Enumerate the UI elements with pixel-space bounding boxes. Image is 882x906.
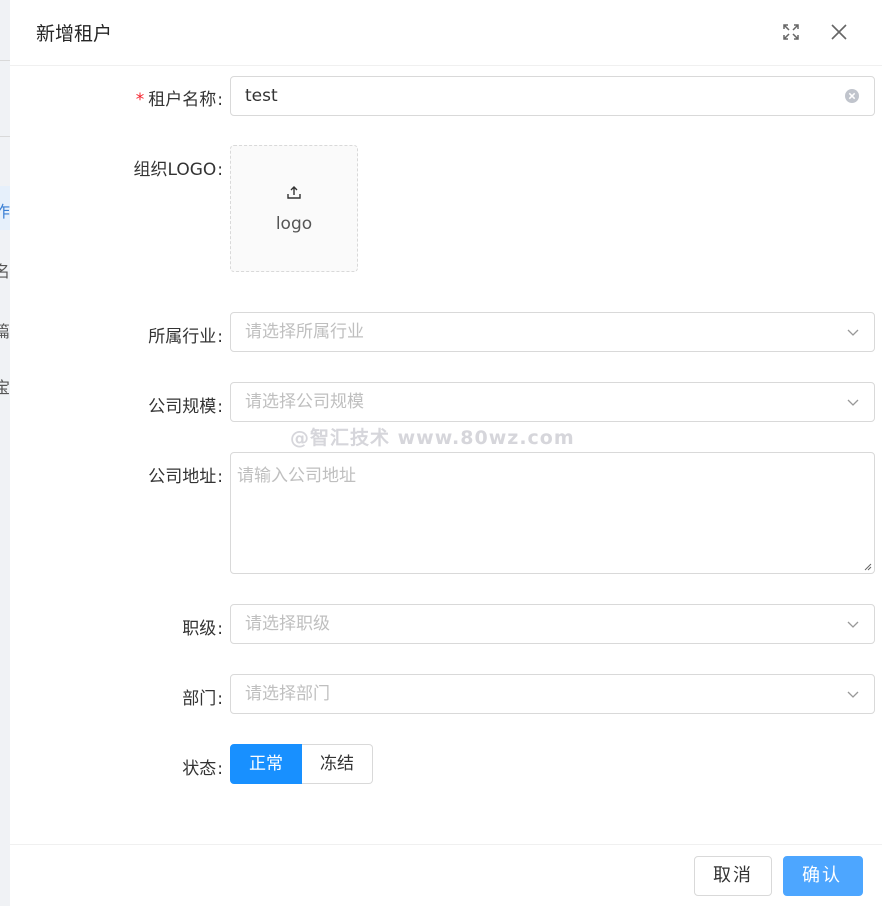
required-mark: * xyxy=(135,90,145,110)
department-select[interactable]: 请选择部门 xyxy=(230,674,875,714)
background-page: 作 名 篇 宝 xyxy=(0,0,10,906)
watermark: @智汇技术 www.80wz.com xyxy=(290,427,575,449)
cancel-button[interactable]: 取消 xyxy=(694,856,772,896)
company-address-label-text: 公司地址 xyxy=(148,467,217,487)
fullscreen-icon xyxy=(783,24,799,40)
job-level-placeholder: 请选择职级 xyxy=(245,614,330,634)
background-divider xyxy=(0,60,10,61)
background-divider xyxy=(0,136,10,137)
industry-label: 所属行业: xyxy=(148,327,223,347)
company-size-select[interactable]: 请选择公司规模 xyxy=(230,382,875,422)
status-radio-group: 正常 冻结 xyxy=(230,744,373,784)
upload-text: logo xyxy=(275,213,313,234)
company-address-placeholder: 请输入公司地址 xyxy=(237,466,356,486)
org-logo-label: 组织LOGO: xyxy=(133,160,223,180)
tenant-name-value: test xyxy=(245,86,278,106)
company-address-textarea[interactable]: 请输入公司地址 xyxy=(230,452,875,574)
tenant-name-input[interactable]: test xyxy=(230,76,875,116)
resize-handle-icon[interactable] xyxy=(862,561,872,571)
job-level-label-text: 职级 xyxy=(182,619,217,639)
close-button[interactable] xyxy=(825,18,853,46)
company-size-label-text: 公司规模 xyxy=(148,397,217,417)
department-placeholder: 请选择部门 xyxy=(245,684,330,704)
job-level-label: 职级: xyxy=(182,619,223,639)
tenant-name-label-text: 租户名称 xyxy=(148,90,217,110)
org-logo-label-text: 组织LOGO xyxy=(133,160,217,180)
tenant-name-label: * 租户名称: xyxy=(135,90,223,110)
modal-footer: 取消 确认 xyxy=(10,844,882,906)
confirm-button[interactable]: 确认 xyxy=(783,856,863,896)
background-text: 名 xyxy=(0,262,11,281)
background-text: 篇 xyxy=(0,322,11,341)
fullscreen-button[interactable] xyxy=(777,18,805,46)
industry-placeholder: 请选择所属行业 xyxy=(245,322,364,342)
company-size-label: 公司规模: xyxy=(148,397,223,417)
job-level-select[interactable]: 请选择职级 xyxy=(230,604,875,644)
upload-icon xyxy=(287,185,301,199)
logo-upload[interactable]: logo xyxy=(230,145,358,272)
background-text: 宝 xyxy=(0,378,11,397)
industry-label-text: 所属行业 xyxy=(148,327,217,347)
company-size-placeholder: 请选择公司规模 xyxy=(245,392,364,412)
status-label-text: 状态 xyxy=(182,759,217,779)
close-icon xyxy=(831,24,847,40)
status-option-normal[interactable]: 正常 xyxy=(230,744,302,784)
company-address-label: 公司地址: xyxy=(148,467,223,487)
add-tenant-modal: 新增租户 * 租户名称: test 组织LOGO: logo 所属行业: 请选择… xyxy=(10,0,882,906)
status-option-frozen[interactable]: 冻结 xyxy=(302,744,373,784)
modal-header: 新增租户 xyxy=(10,0,882,66)
department-label: 部门: xyxy=(182,689,223,709)
modal-body: *租户名称: test 组织LOGO: logo 所属行业: 请选择所属行业 xyxy=(10,66,882,844)
department-label-text: 部门 xyxy=(182,689,217,709)
background-highlight-row: 作 xyxy=(0,186,10,230)
clear-icon[interactable] xyxy=(844,88,860,104)
chevron-down-icon xyxy=(847,329,859,336)
background-text: 作 xyxy=(0,202,11,221)
chevron-down-icon xyxy=(847,691,859,698)
industry-select[interactable]: 请选择所属行业 xyxy=(230,312,875,352)
chevron-down-icon xyxy=(847,399,859,406)
chevron-down-icon xyxy=(847,621,859,628)
modal-title: 新增租户 xyxy=(36,23,113,45)
status-label: 状态: xyxy=(182,759,223,779)
